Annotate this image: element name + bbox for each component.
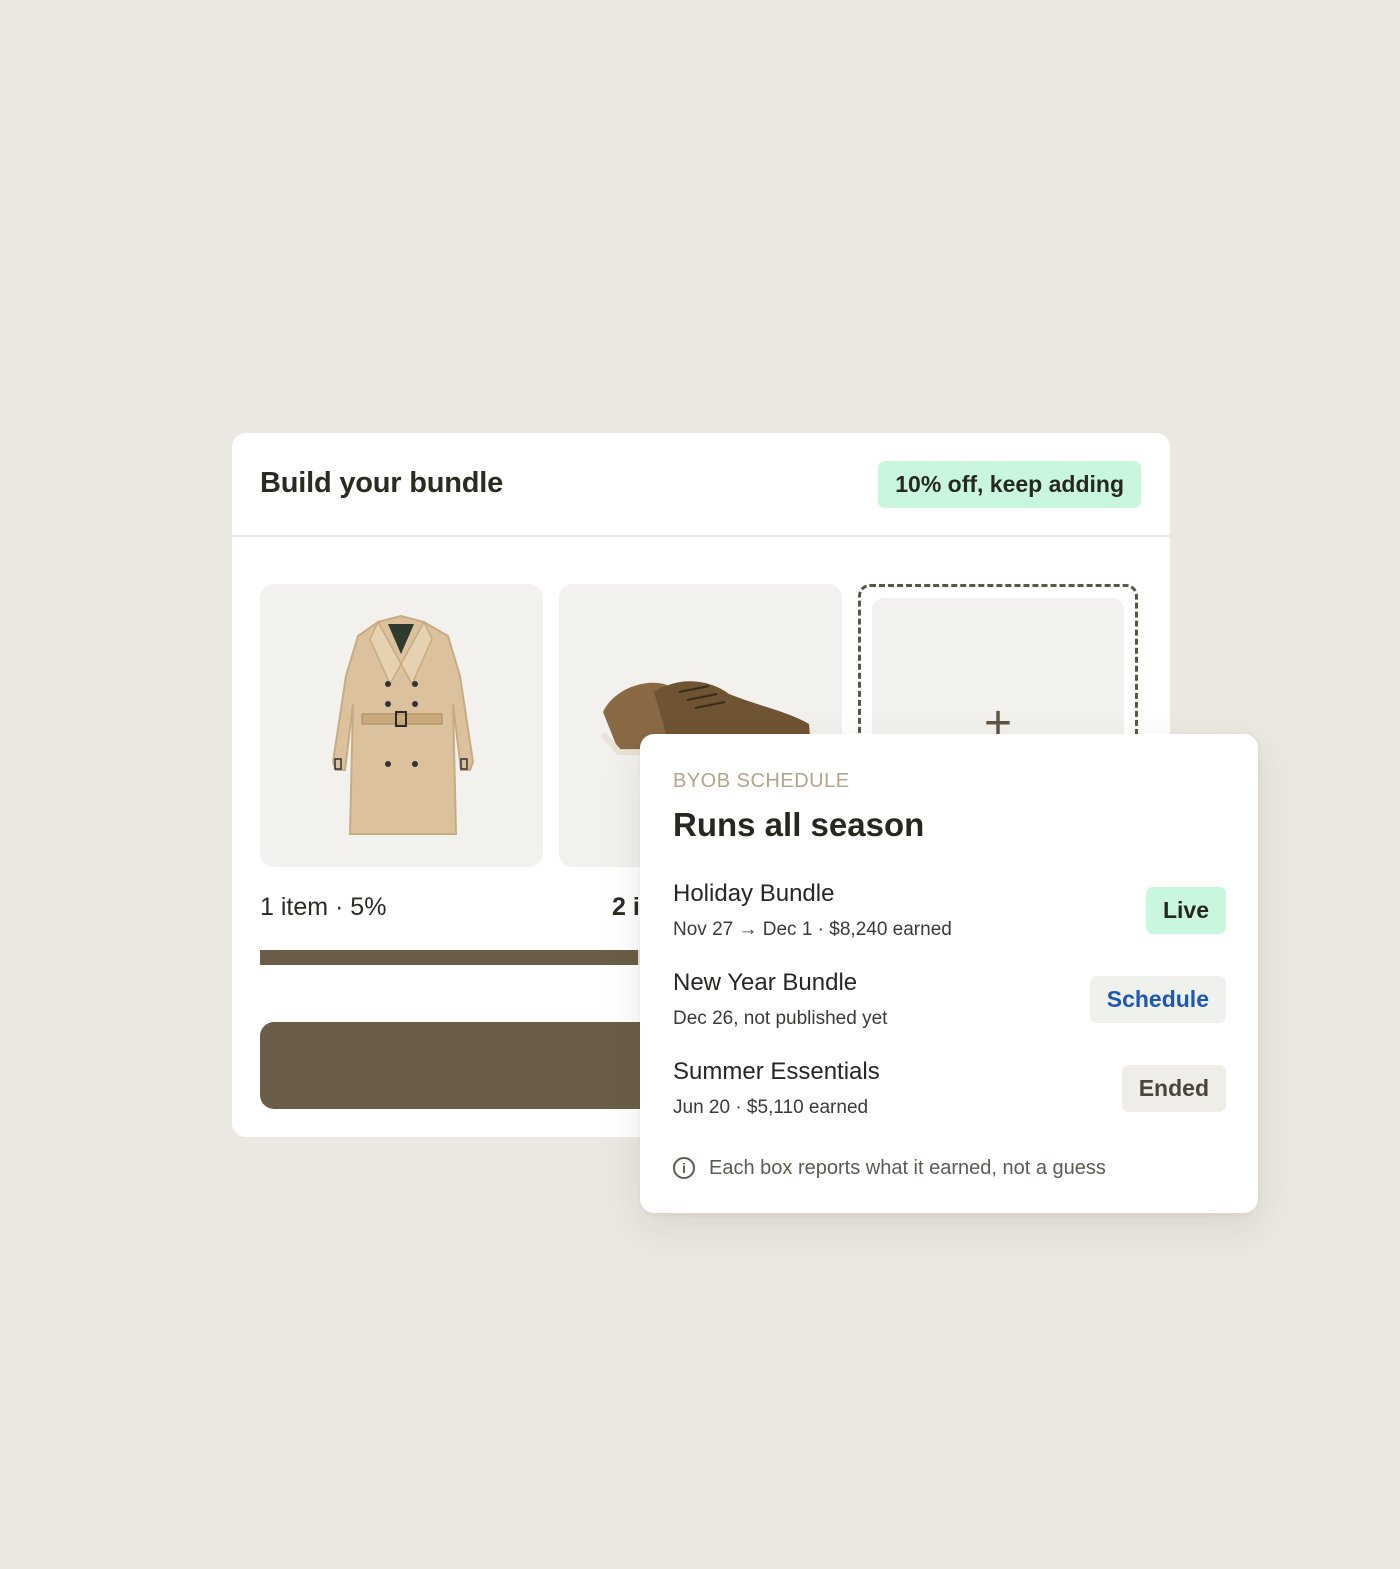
- panel-eyebrow: BYOB SCHEDULE: [673, 770, 850, 792]
- bundle-header: Build your bundle 10% off, keep adding: [232, 433, 1170, 537]
- bundle-meta: Jun 20 · $5,110 earned: [673, 1097, 869, 1118]
- tier-label-1: 1 item · 5%: [260, 893, 387, 921]
- bundle-slot-trench-coat[interactable]: [260, 584, 543, 867]
- footnote-text: Each box reports what it earned, not a g…: [709, 1156, 1106, 1179]
- status-badge-live: Live: [1145, 887, 1226, 934]
- tier-label-2: 2 i: [612, 893, 640, 921]
- schedule-row-holiday-bundle[interactable]: Holiday Bundle Nov 27 → Dec 1 · $8,240 e…: [673, 880, 1226, 950]
- schedule-row-new-year-bundle[interactable]: New Year Bundle Dec 26, not published ye…: [673, 969, 1226, 1039]
- schedule-button[interactable]: Schedule: [1089, 976, 1226, 1023]
- bundle-title: Build your bundle: [260, 467, 504, 499]
- panel-title: Runs all season: [673, 806, 925, 843]
- bundle-name: New Year Bundle: [673, 969, 858, 996]
- discount-badge: 10% off, keep adding: [878, 461, 1141, 508]
- schedule-row-summer-essentials[interactable]: Summer Essentials Jun 20 · $5,110 earned…: [673, 1058, 1226, 1128]
- bundle-meta: Nov 27 → Dec 1 · $8,240 earned: [673, 919, 952, 940]
- info-icon: i: [673, 1157, 695, 1179]
- bundle-meta: Dec 26, not published yet: [673, 1008, 888, 1029]
- panel-footnote: i Each box reports what it earned, not a…: [673, 1154, 1106, 1182]
- byob-schedule-panel: BYOB SCHEDULE Runs all season Holiday Bu…: [640, 734, 1258, 1213]
- bundle-progress-fill: [260, 950, 639, 965]
- trench-coat-image: [331, 614, 475, 835]
- bundle-name: Summer Essentials: [673, 1058, 880, 1085]
- status-badge-ended: Ended: [1121, 1065, 1226, 1112]
- bundle-name: Holiday Bundle: [673, 880, 835, 907]
